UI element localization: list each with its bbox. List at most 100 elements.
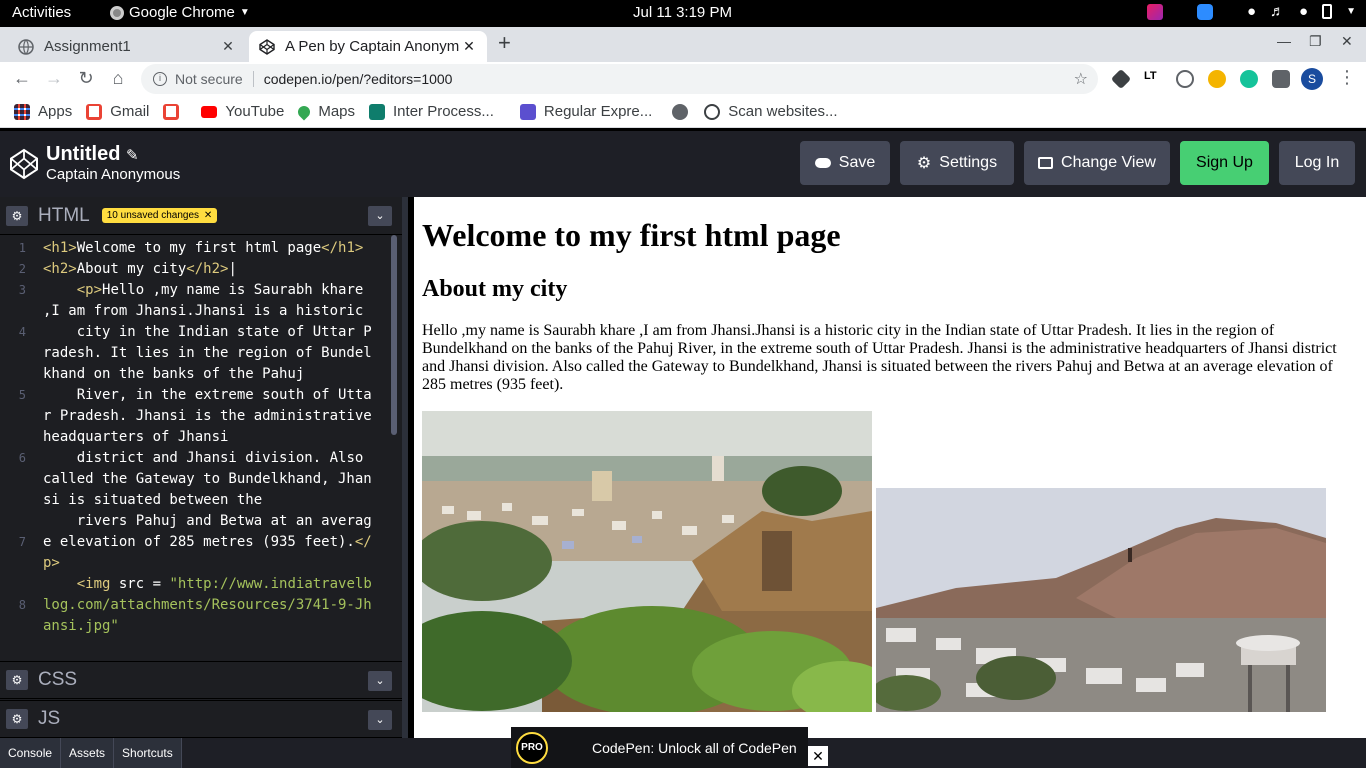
minimize-icon[interactable]: — xyxy=(1277,33,1291,49)
battery-icon[interactable] xyxy=(1322,4,1333,19)
settings-button[interactable]: ⚙ Settings xyxy=(900,141,1014,185)
youtube-icon xyxy=(201,105,218,118)
html-code-editor[interactable]: 1 2 3 4 5 6 7 8 <h1>Welcome to my first … xyxy=(0,235,390,660)
globe-icon xyxy=(18,38,34,55)
gear-icon[interactable]: ⚙ xyxy=(6,709,28,729)
chrome-icon xyxy=(110,5,124,20)
line-number: 3 xyxy=(18,283,26,297)
pro-badge-icon: PRO xyxy=(516,731,548,764)
codepen-icon xyxy=(259,38,275,55)
html-editor-header[interactable]: ⚙ HTML 10 unsaved changes ✕ ⌄ xyxy=(0,197,402,235)
grammarly-icon[interactable] xyxy=(1240,70,1258,88)
codepen-header: Untitled ✎ Captain Anonymous Save ⚙ Sett… xyxy=(0,131,1366,197)
chevron-down-icon[interactable]: ⌄ xyxy=(368,710,392,730)
change-view-button[interactable]: Change View xyxy=(1024,141,1170,185)
page-icon xyxy=(519,103,536,120)
volume-icon[interactable]: ♬ xyxy=(1270,3,1285,20)
clock[interactable]: Jul 11 3:19 PM xyxy=(633,4,732,21)
chevron-down-icon[interactable]: ⌄ xyxy=(368,206,392,226)
preview-heading-2: About my city xyxy=(422,276,568,302)
preview-pane: Welcome to my first html page About my c… xyxy=(414,197,1366,738)
profile-avatar[interactable]: S xyxy=(1301,68,1323,90)
gear-icon[interactable]: ⚙ xyxy=(6,670,28,690)
home-icon[interactable]: ⌂ xyxy=(107,68,129,89)
app-menu[interactable]: Google Chrome ▼ xyxy=(110,4,250,21)
code-content[interactable]: <h1>Welcome to my first html page</h1> <… xyxy=(43,238,373,637)
css-editor-header[interactable]: ⚙ CSS ⌄ xyxy=(0,661,402,699)
editor-pane: ⚙ HTML 10 unsaved changes ✕ ⌄ 1 2 3 4 5 … xyxy=(0,197,408,738)
bookmark-label: Gmail xyxy=(110,103,150,120)
new-tab-icon[interactable]: + xyxy=(498,30,511,56)
editor-scrollbar[interactable] xyxy=(391,235,397,435)
activities-button[interactable]: Activities xyxy=(12,4,71,21)
extensions-puzzle-icon[interactable] xyxy=(1272,70,1290,88)
close-window-icon[interactable]: ✕ xyxy=(1341,33,1353,50)
unsaved-changes-badge[interactable]: 10 unsaved changes ✕ xyxy=(101,208,218,223)
pen-title[interactable]: Untitled ✎ xyxy=(46,143,139,166)
bookmark-gmail[interactable]: Gmail xyxy=(86,103,149,120)
tab-assignment1[interactable]: Assignment1 ✕ xyxy=(8,31,246,62)
shortcuts-button[interactable]: Shortcuts xyxy=(114,738,182,768)
chevron-down-icon[interactable]: ⌄ xyxy=(368,671,392,691)
codepen-logo-icon[interactable] xyxy=(8,148,40,180)
info-icon[interactable]: i xyxy=(153,72,167,86)
back-icon[interactable]: ← xyxy=(11,68,33,89)
extension-gauge-icon[interactable] xyxy=(1176,70,1194,88)
save-label: Save xyxy=(838,154,876,171)
log-in-button[interactable]: Log In xyxy=(1279,141,1355,185)
assets-button[interactable]: Assets xyxy=(61,738,115,768)
caret-down-icon[interactable]: ▼ xyxy=(1346,6,1356,17)
gmail-icon xyxy=(163,103,180,120)
badge-label: 10 unsaved changes xyxy=(106,210,200,221)
security-label[interactable]: Not secure xyxy=(175,71,243,87)
gear-icon[interactable]: ⚙ xyxy=(6,205,28,226)
sign-up-button[interactable]: Sign Up xyxy=(1180,141,1269,185)
bookmark-star-icon[interactable]: ☆ xyxy=(1074,69,1088,89)
address-bar[interactable]: i Not secure codepen.io/pen/?editors=100… xyxy=(141,64,1098,94)
preview-paragraph: Hello ,my name is Saurabh khare ,I am fr… xyxy=(422,322,1337,393)
restore-icon[interactable]: ❐ xyxy=(1309,33,1322,50)
pencil-icon[interactable]: ✎ xyxy=(126,147,139,164)
editor-title-css: CSS xyxy=(38,669,78,690)
bookmark-scan-websites[interactable]: Scan websites... xyxy=(704,103,838,120)
close-icon[interactable]: ✕ xyxy=(808,746,828,766)
extension-cube-icon[interactable] xyxy=(1110,68,1132,90)
microphone-icon[interactable]: ● xyxy=(1299,3,1308,20)
bookmark-globe[interactable] xyxy=(672,103,696,120)
reload-icon[interactable]: ↻ xyxy=(75,68,97,89)
jhansi-hill-city-photo xyxy=(876,488,1326,712)
cloud-icon xyxy=(814,158,831,168)
wifi-icon[interactable]: ● xyxy=(1247,3,1256,20)
console-button[interactable]: Console xyxy=(0,738,62,768)
close-icon[interactable]: ✕ xyxy=(461,38,477,55)
bookmark-regular-expressions[interactable]: Regular Expre... xyxy=(519,103,652,120)
line-number: 7 xyxy=(18,535,26,549)
save-button[interactable]: Save xyxy=(800,141,890,185)
url-text[interactable]: codepen.io/pen/?editors=1000 xyxy=(264,71,453,87)
bookmark-maps[interactable]: Maps xyxy=(295,103,355,120)
app-indicator-icon[interactable] xyxy=(1146,3,1163,20)
bookmark-label: YouTube xyxy=(225,103,285,120)
globe-icon xyxy=(672,103,689,120)
pen-title-text: Untitled xyxy=(46,143,121,165)
zoom-icon[interactable] xyxy=(1196,3,1213,20)
line-number: 4 xyxy=(18,325,26,339)
extension-avatar-icon[interactable] xyxy=(1208,70,1226,88)
forward-icon[interactable]: → xyxy=(43,68,65,89)
pro-promo-banner[interactable]: PRO CodePen: Unlock all of CodePen xyxy=(511,727,808,768)
bookmark-gmail-2[interactable] xyxy=(163,103,187,120)
tab-codepen[interactable]: A Pen by Captain Anonym ✕ xyxy=(249,31,487,62)
editor-title-js: JS xyxy=(38,708,61,729)
js-editor-header[interactable]: ⚙ JS ⌄ xyxy=(0,700,402,738)
bookmark-apps[interactable]: Apps xyxy=(14,103,72,120)
close-icon[interactable]: ✕ xyxy=(220,38,236,55)
line-number: 1 xyxy=(18,241,26,255)
system-tray[interactable]: ● ♬ ● ▼ xyxy=(1146,3,1356,20)
close-icon[interactable]: ✕ xyxy=(204,210,212,221)
gmail-icon xyxy=(86,103,103,120)
promo-text: CodePen: Unlock all of CodePen xyxy=(592,739,797,756)
menu-kebab-icon[interactable]: ⋮ xyxy=(1338,67,1356,88)
extension-lt-icon[interactable]: LT xyxy=(1144,70,1162,88)
bookmark-youtube[interactable]: YouTube xyxy=(201,103,284,120)
bookmark-inter-process[interactable]: Inter Process... xyxy=(369,103,494,120)
